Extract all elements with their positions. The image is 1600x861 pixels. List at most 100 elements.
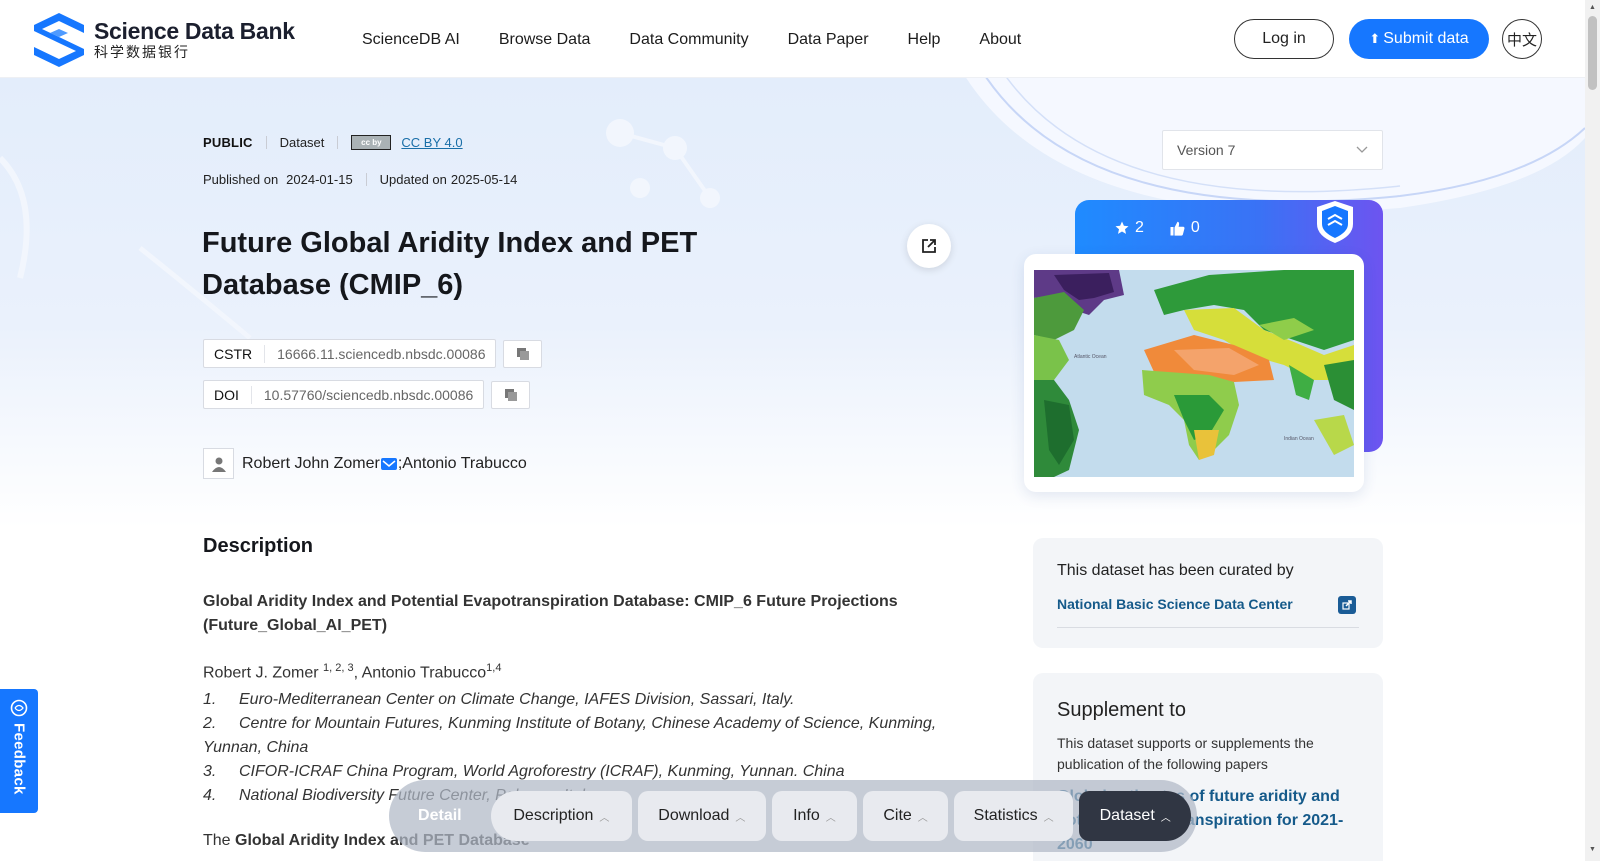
tab-download[interactable]: Download ︿ (638, 791, 766, 841)
curated-panel (1033, 538, 1383, 648)
supplement-heading: Supplement to (1057, 699, 1186, 721)
submit-data-button[interactable]: ⬆ Submit data (1349, 19, 1489, 59)
doi-value[interactable]: 10.57760/sciencedb.nbsdc.00086 (252, 387, 483, 403)
curator-link[interactable]: National Basic Science Data Center (1057, 596, 1293, 612)
dataset-stats: 2 0 (1115, 219, 1226, 237)
scroll-down-arrow-icon[interactable]: ▼ (1589, 846, 1596, 853)
license-link[interactable]: CC BY 4.0 (401, 135, 462, 150)
cstr-label: CSTR (204, 344, 266, 363)
chevron-up-icon: ︿ (825, 812, 836, 824)
nav-about[interactable]: About (979, 31, 1021, 49)
affiliation-number: 2. (203, 715, 217, 732)
affiliation-item: 2. Centre for Mountain Futures, Kunming I… (203, 712, 963, 760)
scroll-up-arrow-icon[interactable]: ▲ (1589, 4, 1596, 11)
main-nav: ScienceDB AI Browse Data Data Community … (362, 31, 1060, 49)
chevron-up-icon: ︿ (1160, 812, 1171, 824)
scroll-thumb[interactable] (1588, 16, 1597, 90)
desc-author-sup: 1,4 (486, 662, 502, 674)
detail-label: Detail (418, 807, 462, 824)
nav-help[interactable]: Help (908, 31, 941, 49)
tab-label: Cite (883, 807, 912, 824)
feedback-icon (10, 699, 28, 717)
desc-author-sup: 1, 2, 3 (323, 662, 354, 674)
cstr-box: CSTR 16666.11.sciencedb.nbsdc.00086 (203, 339, 497, 368)
desc-author: , Antonio Trabucco (353, 664, 487, 682)
thumbs-up-icon (1170, 221, 1185, 236)
cstr-value[interactable]: 16666.11.sciencedb.nbsdc.00086 (265, 346, 495, 362)
language-toggle[interactable]: 中文 (1502, 19, 1542, 59)
email-icon[interactable] (380, 457, 397, 470)
doi-label: DOI (204, 385, 252, 404)
external-link-icon[interactable] (1338, 596, 1356, 614)
visibility-badge: PUBLIC (203, 135, 253, 150)
description-heading: Description (203, 535, 314, 557)
feedback-tab[interactable]: Feedback (0, 689, 38, 813)
upload-icon: ⬆ (1369, 31, 1381, 46)
logo-mark-icon (34, 13, 84, 67)
star-icon (1115, 221, 1129, 234)
tab-label: Download (658, 807, 730, 824)
affiliation-number: 4. (203, 787, 217, 804)
like-count: 0 (1190, 219, 1200, 236)
like-stat[interactable]: 0 (1170, 219, 1200, 237)
affiliation-text: Centre for Mountain Futures, Kunming Ins… (203, 715, 937, 756)
chevron-up-icon: ︿ (917, 812, 928, 824)
dataset-cover-map[interactable]: Atlantic Ocean Indian Ocean (1034, 270, 1354, 477)
tab-statistics[interactable]: Statistics ︿ (953, 791, 1074, 841)
divider (265, 136, 267, 149)
supplement-text: This dataset supports or supplements the… (1057, 735, 1314, 772)
authors-row: Robert John Zomer ; Antonio Trabucco (203, 448, 527, 479)
copy-doi-button[interactable] (491, 380, 531, 409)
divider (337, 136, 339, 149)
cstr-row: CSTR 16666.11.sciencedb.nbsdc.00086 (203, 339, 543, 368)
affiliation-item: 1. Euro-Mediterranean Center on Climate C… (203, 688, 963, 712)
logo-text-en: Science Data Bank (94, 18, 295, 44)
dataset-meta-row: PUBLIC Dataset cc by CC BY 4.0 (203, 135, 463, 150)
dataset-title: Future Global Aridity Index and PET Data… (202, 227, 698, 301)
description-subtitle: Global Aridity Index and Potential Evapo… (203, 593, 898, 634)
updated-label: Updated on (379, 172, 447, 187)
share-button[interactable] (907, 224, 951, 268)
nav-data-community[interactable]: Data Community (629, 31, 748, 49)
doi-box: DOI 10.57760/sciencedb.nbsdc.00086 (203, 380, 485, 409)
version-value: Version 7 (1177, 142, 1236, 158)
page-scrollbar[interactable]: ▲ ▼ (1585, 0, 1600, 861)
curated-text: This dataset has been curated by (1057, 562, 1294, 579)
updated-date: 2025-05-14 (450, 172, 518, 187)
desc-author: Robert J. Zomer (203, 664, 324, 682)
doi-row: DOI 10.57760/sciencedb.nbsdc.00086 (203, 380, 531, 409)
affiliation-number: 1. (203, 691, 217, 708)
tab-description[interactable]: Description ︿ (490, 791, 633, 841)
tab-info[interactable]: Info ︿ (771, 791, 858, 841)
submit-data-label: Submit data (1383, 30, 1469, 47)
chevron-up-icon: ︿ (599, 812, 610, 824)
chevron-up-icon: ︿ (1043, 812, 1054, 824)
nav-sciencedb-ai[interactable]: ScienceDB AI (362, 31, 460, 49)
copy-icon (504, 388, 517, 401)
tab-dataset[interactable]: Dataset ︿ (1079, 791, 1191, 841)
aridity-map-image: Atlantic Ocean Indian Ocean (1034, 270, 1354, 477)
star-count: 2 (1135, 219, 1144, 236)
tab-cite[interactable]: Cite ︿ (863, 791, 948, 841)
site-logo[interactable]: Science Data Bank 科学数据银行 (30, 11, 295, 69)
indian-ocean-label: Indian Ocean (1284, 436, 1314, 442)
divider (365, 173, 367, 186)
atlantic-ocean-label: Atlantic Ocean (1074, 354, 1107, 360)
section-nav-bar: Detail Description ︿ Download ︿ Info ︿ Cite… (389, 780, 1197, 852)
author-avatar-icon (203, 448, 234, 479)
star-stat[interactable]: 2 (1115, 219, 1144, 237)
nav-browse-data[interactable]: Browse Data (499, 31, 591, 49)
chevron-up-icon: ︿ (735, 812, 746, 824)
tab-label: Info (793, 807, 820, 824)
tab-label: Statistics (973, 807, 1038, 824)
nav-data-paper[interactable]: Data Paper (788, 31, 869, 49)
version-select[interactable]: Version 7 (1162, 130, 1383, 170)
feedback-label: Feedback (10, 723, 28, 795)
author-name[interactable]: Robert John Zomer (242, 455, 380, 473)
copy-icon (516, 347, 529, 360)
login-button[interactable]: Log in (1234, 19, 1334, 59)
copy-cstr-button[interactable] (503, 339, 543, 368)
affiliation-number: 3. (203, 763, 217, 780)
published-date: 2024-01-15 (286, 172, 353, 187)
author-name[interactable]: Antonio Trabucco (402, 455, 527, 473)
